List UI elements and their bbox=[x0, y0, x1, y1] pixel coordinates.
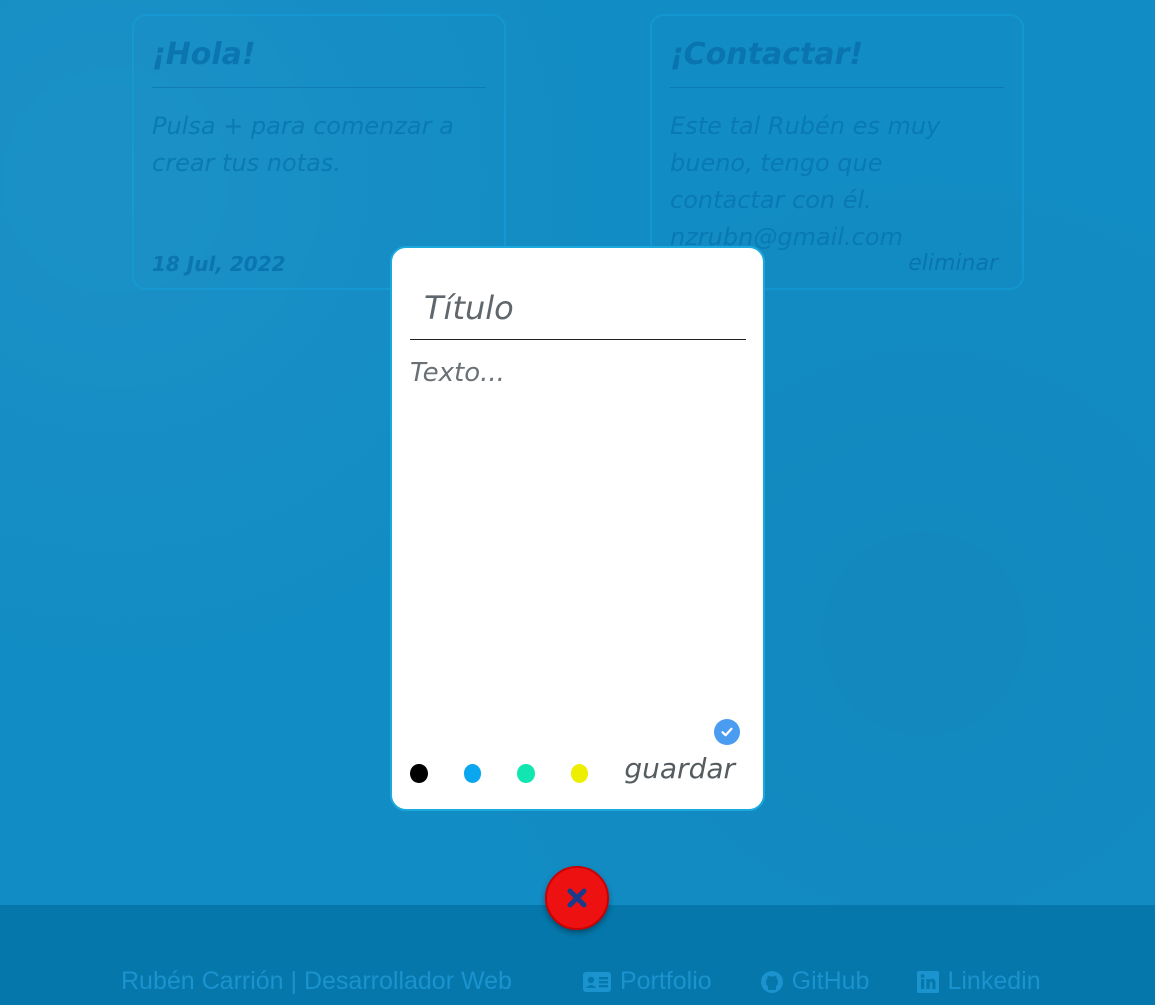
footer-link-label: GitHub bbox=[791, 967, 870, 995]
color-option-green[interactable] bbox=[517, 764, 535, 783]
footer-content: Rubén Carrión | Desarrollador Web Portfo… bbox=[121, 967, 1089, 996]
linkedin-icon bbox=[917, 970, 940, 993]
footer-link-label: Linkedin bbox=[947, 967, 1041, 995]
save-button[interactable]: guardar bbox=[624, 752, 735, 785]
note-title: ¡Hola! bbox=[152, 37, 486, 88]
note-date: 18 Jul, 2022 bbox=[152, 252, 286, 276]
footer-link-label: Portfolio bbox=[619, 967, 712, 995]
new-note-modal: guardar bbox=[390, 246, 765, 811]
check-circle-icon[interactable] bbox=[714, 719, 740, 745]
github-icon bbox=[760, 970, 783, 993]
note-title: ¡Contactar! bbox=[670, 37, 1004, 88]
id-card-icon bbox=[582, 971, 611, 992]
note-text-input[interactable] bbox=[410, 358, 746, 698]
note-title-input[interactable] bbox=[410, 266, 746, 340]
color-option-yellow[interactable] bbox=[570, 764, 589, 783]
note-body: Este tal Rubén es muy bueno, tengo que c… bbox=[670, 111, 941, 251]
footer-link-portfolio[interactable]: Portfolio bbox=[582, 967, 712, 996]
close-button[interactable] bbox=[545, 866, 609, 930]
footer-brand: Rubén Carrión | Desarrollador Web bbox=[121, 967, 512, 995]
footer-link-github[interactable]: GitHub bbox=[760, 967, 870, 996]
color-option-black[interactable] bbox=[410, 764, 428, 783]
note-body: Pulsa + para comenzar a crear tus notas. bbox=[152, 111, 454, 177]
color-option-blue[interactable] bbox=[463, 764, 482, 783]
close-icon bbox=[567, 888, 587, 908]
footer-link-linkedin[interactable]: Linkedin bbox=[917, 967, 1041, 996]
note-delete-button[interactable]: eliminar bbox=[908, 251, 998, 276]
modal-toolbar: guardar bbox=[410, 752, 735, 785]
